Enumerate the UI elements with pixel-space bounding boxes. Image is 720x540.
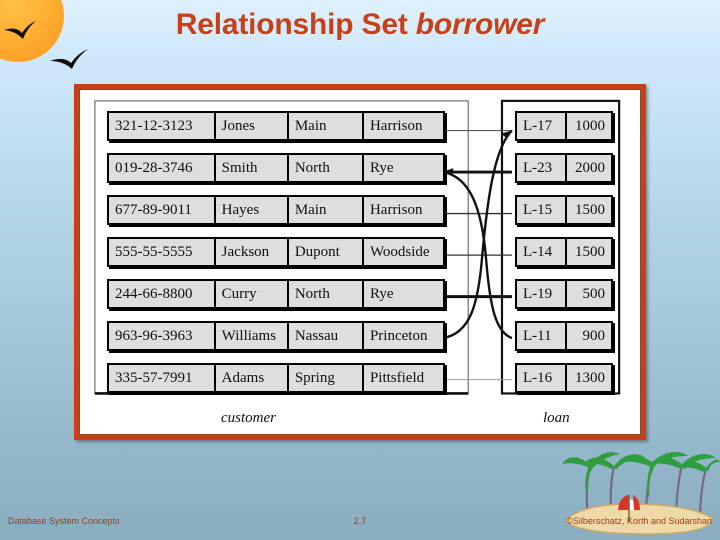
customer-street: North [289, 281, 364, 307]
customer-name: Smith [216, 155, 289, 181]
customer-city: Rye [369, 285, 394, 302]
figure-frame: 321-12-3123 Jones Main Harrison 019-28-3… [74, 84, 646, 440]
table-row[interactable]: 335-57-7991 Adams Spring Pittsfield [107, 363, 445, 393]
loan-amount: 1500 [575, 243, 605, 260]
customer-city: Princeton [369, 327, 428, 344]
customer-street: Main [289, 197, 364, 223]
customer-street: Main [289, 113, 364, 139]
page-title: Relationship Set borrower [0, 8, 720, 42]
table-row[interactable]: 244-66-8800 Curry North Rye [107, 279, 445, 309]
loan-amount: 1300 [575, 369, 605, 386]
table-row[interactable]: L-11 900 [515, 321, 613, 351]
page-title-emphasis: borrower [415, 8, 545, 41]
customer-ssn: 335-57-7991 [109, 365, 216, 391]
loan-amount: 2000 [575, 159, 605, 176]
customer-name: Williams [216, 323, 289, 349]
customer-ssn: 555-55-5555 [109, 239, 216, 265]
slide-footer: Database System Concepts 2.7 ©Silberscha… [0, 516, 720, 532]
loan-number: L-17 [517, 113, 567, 139]
table-row[interactable]: L-16 1300 [515, 363, 613, 393]
page-title-main: Relationship Set [175, 8, 416, 41]
customer-name: Jackson [216, 239, 289, 265]
table-row[interactable]: L-23 2000 [515, 153, 613, 183]
table-row[interactable]: 677-89-9011 Hayes Main Harrison [107, 195, 445, 225]
loan-number: L-23 [517, 155, 567, 181]
customer-city: Pittsfield [369, 369, 425, 386]
customer-city: Harrison [369, 201, 423, 218]
customer-city: Rye [369, 159, 394, 176]
customer-city: Harrison [369, 117, 423, 134]
customer-name: Jones [216, 113, 289, 139]
table-row[interactable]: 555-55-5555 Jackson Dupont Woodside [107, 237, 445, 267]
table-row[interactable]: L-15 1500 [515, 195, 613, 225]
customer-ssn: 244-66-8800 [109, 281, 216, 307]
customer-street: North [289, 155, 364, 181]
table-row[interactable]: 963-96-3963 Williams Nassau Princeton [107, 321, 445, 351]
table-row[interactable]: 019-28-3746 Smith North Rye [107, 153, 445, 183]
customer-street: Nassau [289, 323, 364, 349]
loan-number: L-16 [517, 365, 567, 391]
customer-ssn: 677-89-9011 [109, 197, 216, 223]
table-row[interactable]: L-19 500 [515, 279, 613, 309]
loan-amount: 900 [582, 327, 606, 344]
customer-ssn: 019-28-3746 [109, 155, 216, 181]
customer-name: Curry [216, 281, 289, 307]
loan-number: L-11 [517, 323, 567, 349]
table-row[interactable]: L-14 1500 [515, 237, 613, 267]
table-row[interactable]: L-17 1000 [515, 111, 613, 141]
loan-amount: 1500 [575, 201, 605, 218]
customer-name: Hayes [216, 197, 289, 223]
customer-ssn: 963-96-3963 [109, 323, 216, 349]
figure-inner: 321-12-3123 Jones Main Harrison 019-28-3… [81, 91, 639, 433]
loan-amount: 500 [582, 285, 606, 302]
customer-set-caption: customer [221, 410, 276, 426]
footer-copyright: ©Silberschatz, Korth and Sudarshan [566, 516, 712, 526]
customer-city: Woodside [369, 243, 430, 260]
customer-ssn: 321-12-3123 [109, 113, 216, 139]
customer-name: Adams [216, 365, 289, 391]
loan-number: L-15 [517, 197, 567, 223]
loan-amount: 1000 [575, 117, 605, 134]
loan-set-caption: loan [543, 410, 570, 426]
table-row[interactable]: 321-12-3123 Jones Main Harrison [107, 111, 445, 141]
loan-number: L-14 [517, 239, 567, 265]
customer-street: Dupont [289, 239, 364, 265]
customer-street: Spring [289, 365, 364, 391]
loan-number: L-19 [517, 281, 567, 307]
